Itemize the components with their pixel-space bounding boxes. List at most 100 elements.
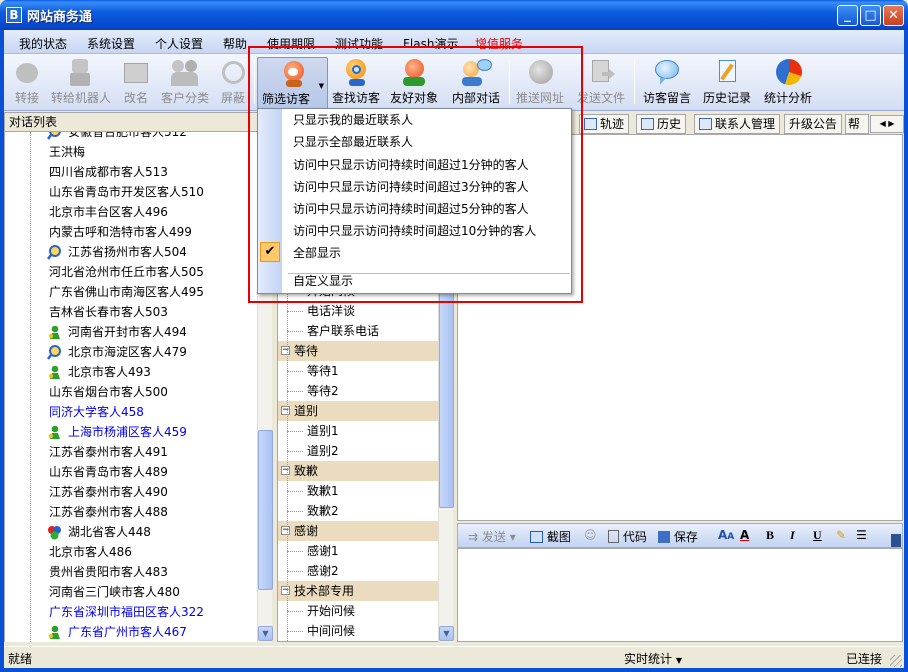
font-size-icon[interactable]: AA <box>718 528 734 542</box>
reply-item[interactable]: 道别2 <box>307 441 339 461</box>
reply-category[interactable]: − 等待 <box>278 341 438 361</box>
save-button[interactable]: 保存 <box>658 528 698 545</box>
conversation-row[interactable]: 吉林省长春市客人503 <box>5 302 260 322</box>
menu-my-status[interactable]: 我的状态 <box>19 35 67 52</box>
font-color-icon[interactable]: A <box>740 528 749 542</box>
menu-item-over-3-minutes[interactable]: 访问中只显示访问持续时间超过3分钟的客人 <box>293 176 529 198</box>
customer-category-button[interactable]: 客户分类 <box>157 57 213 109</box>
conversation-row[interactable]: 内蒙古呼和浩特市客人499 <box>5 222 260 242</box>
code-button[interactable]: 代码 <box>608 528 647 545</box>
title-bar[interactable]: B 网站商务通 _ □ ✕ <box>0 0 908 30</box>
rename-button[interactable]: 改名 <box>117 57 155 109</box>
reply-category[interactable]: − 感谢 <box>278 521 438 541</box>
menu-item-over-1-minute[interactable]: 访问中只显示访问持续时间超过1分钟的客人 <box>293 154 529 176</box>
scrollbar-thumb[interactable] <box>439 282 454 508</box>
tab-scroll-arrows[interactable]: ◀ ▶ <box>870 115 904 133</box>
conversation-row[interactable]: 广东省深圳市福田区客人322 <box>5 602 260 622</box>
close-button[interactable]: ✕ <box>883 5 904 26</box>
reply-item[interactable]: 等待2 <box>307 381 339 401</box>
conversation-row[interactable]: 河南省三门峡市客人480 <box>5 582 260 602</box>
visitor-message-button[interactable]: 访客留言 <box>640 57 694 109</box>
edit-toolbar-overflow-icon[interactable] <box>891 534 901 547</box>
dropdown-arrow-icon[interactable]: ▼ <box>319 82 324 90</box>
collapse-icon[interactable]: − <box>281 406 290 415</box>
menu-system-settings[interactable]: 系统设置 <box>87 35 135 52</box>
menu-personal-settings[interactable]: 个人设置 <box>155 35 203 52</box>
menu-item-over-5-minutes[interactable]: 访问中只显示访问持续时间超过5分钟的客人 <box>293 198 529 220</box>
conversation-row[interactable]: 上海市杨浦区客人459 <box>5 422 260 442</box>
send-button[interactable]: ⇉ 发送 ▾ <box>468 528 516 545</box>
conversation-row[interactable]: 北京市海淀区客人479 <box>5 342 260 362</box>
filter-visitors-button[interactable]: 筛选访客 ▼ <box>257 57 328 109</box>
statistics-button[interactable]: 统计分析 <box>760 57 816 109</box>
resize-grip-icon[interactable] <box>890 655 902 667</box>
scrollbar-thumb[interactable] <box>258 430 273 590</box>
reply-category[interactable]: − 道别 <box>278 401 438 421</box>
transfer-to-robot-button[interactable]: 转给机器人 <box>48 57 114 109</box>
conversation-row[interactable]: 山东省青岛市开发区客人510 <box>5 182 260 202</box>
conversation-row[interactable]: 河北省沧州市任丘市客人505 <box>5 262 260 282</box>
conversation-row[interactable]: 河南省开封市客人494 <box>5 322 260 342</box>
menu-expiry[interactable]: 使用期限 <box>267 35 315 52</box>
block-button[interactable]: 屏蔽 <box>215 57 251 109</box>
scroll-down-icon[interactable]: ▼ <box>439 626 454 641</box>
conversation-row[interactable]: 王洪梅 <box>5 142 260 162</box>
conversation-row[interactable]: 北京市丰台区客人496 <box>5 202 260 222</box>
bold-button[interactable]: B <box>766 528 774 543</box>
conversation-row[interactable]: 山东省烟台市客人500 <box>5 382 260 402</box>
highlight-pen-icon[interactable]: ✎ <box>836 528 846 542</box>
list-icon[interactable]: ☰ <box>856 528 867 542</box>
message-input-area[interactable] <box>457 548 903 642</box>
reply-item[interactable]: 等待1 <box>307 361 339 381</box>
conversation-row[interactable]: 北京市客人493 <box>5 362 260 382</box>
tab-upgrade-notice[interactable]: 升级公告 <box>784 114 843 134</box>
menu-flash-demo[interactable]: Flash演示 <box>403 35 458 52</box>
tab-help[interactable]: 帮 <box>845 114 869 134</box>
conversation-row[interactable]: 四川省成都市客人513 <box>5 162 260 182</box>
conversation-row[interactable]: 江苏省泰州市客人490 <box>5 482 260 502</box>
tab-trajectory[interactable]: 轨迹 <box>579 114 630 134</box>
screenshot-button[interactable]: 截图 <box>530 528 571 545</box>
conversation-row[interactable]: 安徽省合肥市客人512 <box>5 132 260 142</box>
collapse-icon[interactable]: − <box>281 346 290 355</box>
reply-item[interactable]: 致歉1 <box>307 481 339 501</box>
internal-chat-button[interactable]: 内部对话 <box>447 57 505 109</box>
menu-item-over-10-minutes[interactable]: 访问中只显示访问持续时间超过10分钟的客人 <box>293 220 536 242</box>
maximize-button[interactable]: □ <box>860 5 881 26</box>
conversation-row[interactable]: 湖北省客人448 <box>5 522 260 542</box>
conversation-row[interactable]: 江苏省泰州市客人488 <box>5 502 260 522</box>
scroll-down-icon[interactable]: ▼ <box>258 626 273 641</box>
find-visitor-button[interactable]: 查找访客 <box>330 57 382 109</box>
menu-help[interactable]: 帮助 <box>223 35 247 52</box>
menu-item-all-recent-contacts[interactable]: 只显示全部最近联系人 <box>293 131 413 153</box>
conversation-row[interactable]: 江苏省扬州市客人504 <box>5 242 260 262</box>
menu-item-show-all[interactable]: 全部显示 <box>293 242 341 264</box>
menu-test-features[interactable]: 测试功能 <box>335 35 383 52</box>
tab-contact-management[interactable]: 联系人管理 <box>694 114 781 134</box>
underline-button[interactable]: U <box>813 528 822 543</box>
conversation-list[interactable]: 安徽省合肥市客人512 王洪梅 四川省成都市客人513 山东省青岛市开发区客人510 北… <box>4 132 260 642</box>
collapse-icon[interactable]: − <box>281 466 290 475</box>
conversation-row[interactable]: 江苏省泰州市客人491 <box>5 442 260 462</box>
reply-item[interactable]: 致歉2 <box>307 501 339 521</box>
italic-button[interactable]: I <box>790 528 795 543</box>
reply-category[interactable]: − 技术部专用 <box>278 581 438 601</box>
reply-item[interactable]: 道别1 <box>307 421 339 441</box>
reply-item[interactable]: 感谢2 <box>307 561 339 581</box>
transfer-button[interactable]: 转接 <box>8 57 46 109</box>
reply-item[interactable]: 感谢1 <box>307 541 339 561</box>
reply-item[interactable]: 电话洋谈 <box>307 301 355 321</box>
conversation-row[interactable]: 贵州省贵阳市客人483 <box>5 562 260 582</box>
history-records-button[interactable]: 历史记录 <box>700 57 754 109</box>
push-url-button[interactable]: 推送网址 <box>513 57 567 109</box>
collapse-icon[interactable]: − <box>281 586 290 595</box>
collapse-icon[interactable]: − <box>281 526 290 535</box>
realtime-stats-dropdown[interactable]: 实时统计 ▼ <box>624 650 682 667</box>
reply-item[interactable]: 客户联系电话 <box>307 321 379 341</box>
conversation-row[interactable]: 广东省佛山市南海区客人495 <box>5 282 260 302</box>
conversation-row[interactable]: 广东省广州市客人467 <box>5 622 260 642</box>
menu-item-custom-display[interactable]: 自定义显示 <box>293 270 353 292</box>
menu-value-added-services[interactable]: 增值服务 <box>475 35 523 52</box>
conversation-row[interactable]: 北京市客人486 <box>5 542 260 562</box>
emoticon-icon[interactable]: ☺ <box>584 528 597 542</box>
